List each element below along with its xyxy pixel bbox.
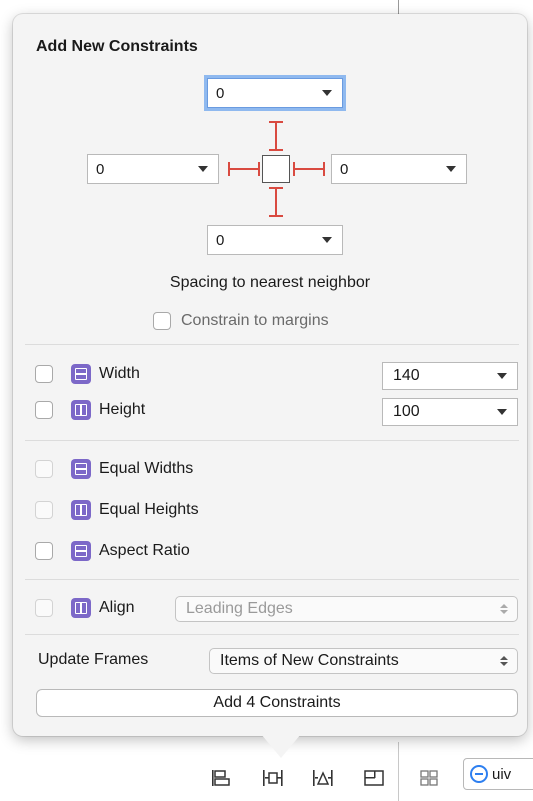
height-value: 100 bbox=[393, 403, 420, 420]
update-frames-select[interactable]: Items of New Constraints bbox=[209, 648, 518, 674]
equal-widths-icon bbox=[71, 459, 91, 479]
chevron-down-icon[interactable] bbox=[198, 166, 208, 172]
height-constraint-icon bbox=[71, 400, 91, 420]
constrain-margins-row[interactable]: Constrain to margins bbox=[153, 312, 329, 330]
divider bbox=[25, 579, 519, 580]
add-constraints-button[interactable]: Add 4 Constraints bbox=[36, 689, 518, 717]
update-frames-label: Update Frames bbox=[38, 651, 149, 668]
width-label: Width bbox=[99, 365, 140, 382]
object-selector-field[interactable]: uiv bbox=[463, 758, 533, 790]
aspect-ratio-checkbox[interactable] bbox=[35, 542, 53, 560]
equal-heights-row[interactable]: Equal Heights bbox=[35, 500, 199, 520]
popover-arrow bbox=[261, 734, 301, 758]
add-constraints-popover: Add New Constraints 0 0 0 0 Spacing to n… bbox=[13, 14, 527, 758]
spacing-bottom-field[interactable]: 0 bbox=[207, 225, 343, 255]
left-strut[interactable] bbox=[228, 162, 260, 176]
object-type-icon bbox=[470, 765, 488, 783]
align-select[interactable]: Leading Edges bbox=[175, 596, 518, 622]
align-select-value: Leading Edges bbox=[186, 600, 293, 617]
up-down-chevron-icon bbox=[497, 604, 511, 614]
constrain-margins-checkbox[interactable] bbox=[153, 312, 171, 330]
align-label: Align bbox=[99, 599, 135, 616]
chevron-down-icon[interactable] bbox=[497, 373, 507, 379]
spacing-top-value: 0 bbox=[216, 84, 225, 102]
chevron-down-icon[interactable] bbox=[322, 90, 332, 96]
chevron-down-icon[interactable] bbox=[446, 166, 456, 172]
equal-heights-icon bbox=[71, 500, 91, 520]
divider bbox=[25, 634, 519, 635]
chevron-down-icon[interactable] bbox=[497, 409, 507, 415]
equal-widths-label: Equal Widths bbox=[99, 460, 194, 477]
resolve-issues-icon[interactable] bbox=[312, 768, 334, 788]
update-frames-value: Items of New Constraints bbox=[220, 652, 399, 669]
divider bbox=[25, 440, 519, 441]
align-icon bbox=[71, 598, 91, 618]
align-row[interactable]: Align bbox=[35, 598, 135, 618]
pin-icon[interactable] bbox=[262, 768, 284, 788]
equal-widths-row[interactable]: Equal Widths bbox=[35, 459, 193, 479]
spacing-right-field[interactable]: 0 bbox=[331, 154, 467, 184]
spacing-top-field[interactable]: 0 bbox=[207, 78, 343, 108]
height-row[interactable]: Height bbox=[35, 400, 145, 420]
width-value: 140 bbox=[393, 367, 420, 384]
height-checkbox[interactable] bbox=[35, 401, 53, 419]
width-row[interactable]: Width bbox=[35, 364, 140, 384]
constrain-margins-label: Constrain to margins bbox=[181, 312, 329, 329]
spacing-right-value: 0 bbox=[340, 160, 349, 178]
up-down-chevron-icon bbox=[497, 656, 511, 666]
bottom-strut[interactable] bbox=[269, 187, 283, 217]
top-strut[interactable] bbox=[269, 121, 283, 151]
spacing-bottom-value: 0 bbox=[216, 231, 225, 249]
right-strut[interactable] bbox=[293, 162, 325, 176]
toolbar-divider bbox=[398, 742, 399, 801]
equal-heights-checkbox[interactable] bbox=[35, 501, 53, 519]
width-checkbox[interactable] bbox=[35, 365, 53, 383]
aspect-ratio-icon bbox=[71, 541, 91, 561]
stack-icon[interactable] bbox=[210, 768, 232, 788]
spacing-caption: Spacing to nearest neighbor bbox=[169, 274, 371, 291]
chevron-down-icon[interactable] bbox=[322, 237, 332, 243]
width-constraint-icon bbox=[71, 364, 91, 384]
grid-icon[interactable] bbox=[418, 768, 440, 788]
resizing-icon[interactable] bbox=[363, 768, 385, 788]
object-selector-text: uiv bbox=[492, 765, 512, 783]
height-label: Height bbox=[99, 401, 146, 418]
spacing-left-field[interactable]: 0 bbox=[87, 154, 219, 184]
width-value-field[interactable]: 140 bbox=[382, 362, 518, 390]
aspect-ratio-row[interactable]: Aspect Ratio bbox=[35, 541, 190, 561]
equal-heights-label: Equal Heights bbox=[99, 501, 199, 518]
divider bbox=[25, 344, 519, 345]
height-value-field[interactable]: 100 bbox=[382, 398, 518, 426]
selected-view-box bbox=[262, 155, 290, 183]
aspect-ratio-label: Aspect Ratio bbox=[99, 542, 190, 559]
spacing-left-value: 0 bbox=[96, 160, 105, 178]
popover-title: Add New Constraints bbox=[36, 38, 198, 55]
align-checkbox[interactable] bbox=[35, 599, 53, 617]
equal-widths-checkbox[interactable] bbox=[35, 460, 53, 478]
